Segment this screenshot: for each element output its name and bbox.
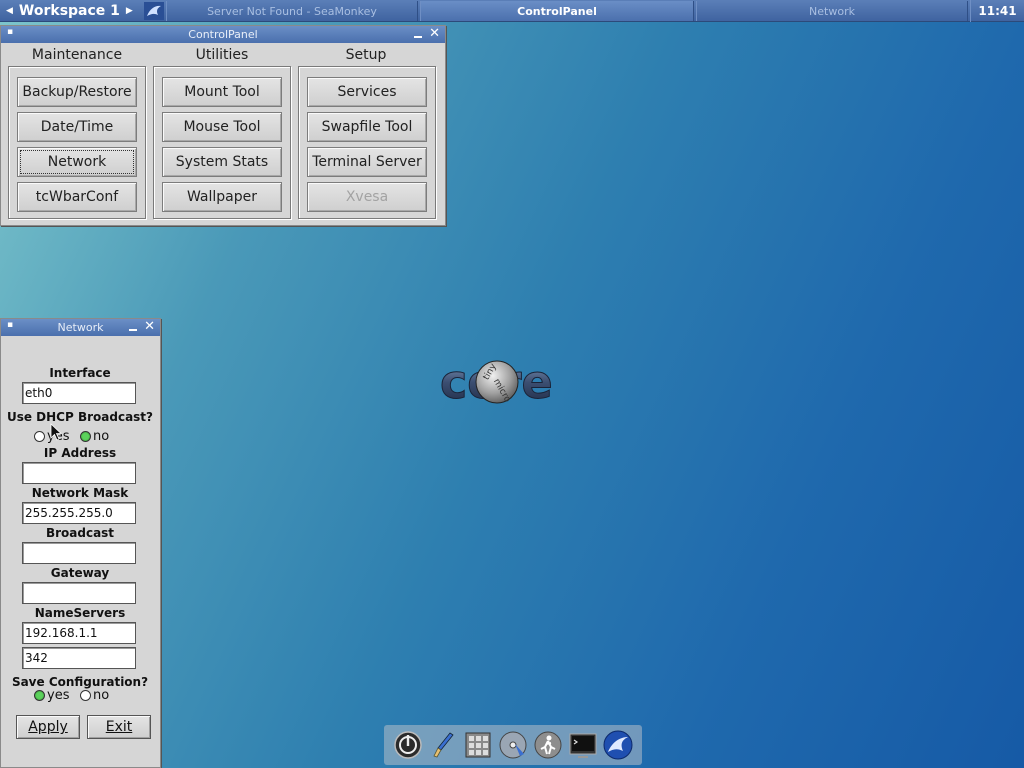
window-title: Network — [57, 321, 104, 334]
dock-item-install[interactable] — [498, 730, 528, 760]
window-menu-icon[interactable]: ▪ — [7, 27, 13, 37]
close-icon[interactable]: ✕ — [144, 319, 155, 334]
broadcast-label: Broadcast — [45, 526, 115, 540]
wallpaper-button[interactable]: Wallpaper — [162, 182, 282, 212]
network-mask-label: Network Mask — [31, 486, 129, 500]
save-yes-radio[interactable]: yes — [34, 688, 69, 703]
apply-label: Apply — [28, 719, 68, 735]
dock-item-paint[interactable] — [428, 730, 458, 760]
radio-label: no — [93, 688, 110, 703]
mouse-tool-button[interactable]: Mouse Tool — [162, 112, 282, 142]
close-icon[interactable]: ✕ — [429, 26, 440, 41]
taskbar: ◀ Workspace 1 ▶ Server Not Found - SeaMo… — [0, 0, 1024, 22]
network-window: ▪ Network ✕ Interface Use DHCP Broadcast… — [0, 318, 161, 768]
nameservers-label: NameServers — [34, 606, 126, 620]
window-title: ControlPanel — [188, 28, 258, 41]
workspace-prev-arrow-icon[interactable]: ◀ — [6, 6, 13, 16]
workspace-next-arrow-icon[interactable]: ▶ — [126, 6, 133, 16]
task-label: ControlPanel — [517, 4, 597, 18]
tcwbarconf-button[interactable]: tcWbarConf — [17, 182, 137, 212]
minimize-icon[interactable] — [128, 320, 138, 332]
controlpanel-titlebar[interactable]: ▪ ControlPanel ✕ — [1, 26, 445, 43]
task-label: Server Not Found - SeaMonkey — [207, 4, 377, 18]
heading-maintenance: Maintenance — [31, 47, 123, 63]
seamonkey-icon — [603, 730, 633, 760]
system-stats-button[interactable]: System Stats — [162, 147, 282, 177]
paint-brush-icon — [433, 732, 454, 758]
controlpanel-window: ▪ ControlPanel ✕ Maintenance Utilities S… — [0, 25, 446, 226]
terminal-server-button[interactable]: Terminal Server — [307, 147, 427, 177]
minimize-icon[interactable] — [413, 27, 423, 39]
dock-item-run[interactable] — [533, 730, 563, 760]
utilities-group: Mount Tool Mouse Tool System Stats Wallp… — [153, 66, 291, 219]
dhcp-no-radio[interactable]: no — [80, 429, 109, 444]
mount-tool-button[interactable]: Mount Tool — [162, 77, 282, 107]
heading-utilities: Utilities — [195, 47, 249, 63]
task-label: Network — [809, 4, 855, 18]
exit-label: Exit — [105, 719, 133, 735]
gateway-field[interactable] — [22, 582, 136, 604]
save-config-label: Save Configuration? — [11, 675, 149, 689]
task-seamonkey[interactable]: Server Not Found - SeaMonkey — [166, 1, 418, 21]
ip-address-field[interactable] — [22, 462, 136, 484]
nameserver-1-field[interactable] — [22, 622, 136, 644]
maintenance-group: Backup/Restore Date/Time Network tcWbarC… — [8, 66, 146, 219]
column-headings: Maintenance Utilities Setup — [1, 43, 445, 65]
apply-button[interactable]: Apply — [16, 715, 80, 739]
dock-item-terminal[interactable] — [568, 730, 598, 760]
calculator-icon — [465, 732, 491, 758]
task-network[interactable]: Network — [696, 1, 968, 21]
date-time-button[interactable]: Date/Time — [17, 112, 137, 142]
backup-restore-button[interactable]: Backup/Restore — [17, 77, 137, 107]
window-menu-icon[interactable]: ▪ — [7, 320, 13, 330]
workspace-switcher[interactable]: ◀ Workspace 1 ▶ — [0, 0, 142, 22]
ip-address-label: IP Address — [43, 446, 117, 460]
exit-button[interactable]: Exit — [87, 715, 151, 739]
interface-field[interactable] — [22, 382, 136, 404]
network-button[interactable]: Network — [17, 147, 137, 177]
clock: 11:41 — [970, 0, 1024, 22]
mouse-pointer-icon — [50, 423, 62, 441]
task-controlpanel[interactable]: ControlPanel — [420, 1, 694, 21]
xvesa-button: Xvesa — [307, 182, 427, 212]
dock-item-browser[interactable] — [603, 730, 633, 760]
wbar-dock — [384, 725, 642, 765]
power-icon — [393, 731, 422, 759]
radio-label: no — [93, 429, 110, 444]
dock-item-power[interactable] — [393, 730, 423, 760]
network-mask-field[interactable] — [22, 502, 136, 524]
radio-off-icon — [80, 690, 91, 701]
interface-label: Interface — [49, 366, 111, 380]
dock-item-apps[interactable] — [463, 730, 493, 760]
radio-on-icon — [34, 690, 45, 701]
nameserver-2-field[interactable] — [22, 647, 136, 669]
swapfile-tool-button[interactable]: Swapfile Tool — [307, 112, 427, 142]
seamonkey-taskbar-icon[interactable] — [144, 2, 164, 20]
radio-label: yes — [47, 688, 70, 703]
save-no-radio[interactable]: no — [80, 688, 109, 703]
dhcp-label: Use DHCP Broadcast? — [6, 410, 154, 424]
terminal-icon — [569, 733, 597, 758]
heading-setup: Setup — [345, 47, 387, 63]
setup-group: Services Swapfile Tool Terminal Server X… — [298, 66, 436, 219]
radio-off-icon — [34, 431, 45, 442]
radio-on-icon — [80, 431, 91, 442]
network-titlebar[interactable]: ▪ Network ✕ — [1, 319, 160, 336]
workspace-label: Workspace 1 — [18, 3, 120, 19]
tinycore-logo: core tiny micro — [440, 355, 554, 410]
broadcast-field[interactable] — [22, 542, 136, 564]
install-disc-icon — [499, 731, 527, 759]
runner-icon — [534, 731, 562, 759]
gateway-label: Gateway — [50, 566, 110, 580]
services-button[interactable]: Services — [307, 77, 427, 107]
